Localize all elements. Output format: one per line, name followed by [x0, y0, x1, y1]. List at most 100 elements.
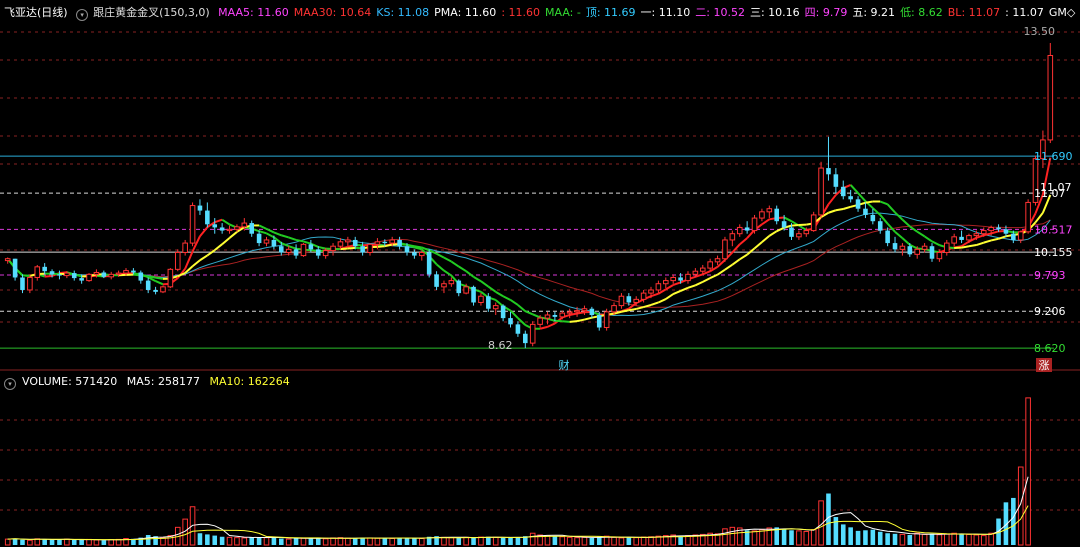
candle-body [160, 286, 166, 293]
candle-body [397, 239, 402, 247]
candle-body [943, 242, 950, 253]
stock-name[interactable]: 飞亚达(日线) [4, 6, 68, 19]
candle-body [796, 233, 802, 238]
ma10-segment [148, 275, 156, 279]
volume-bar [855, 530, 861, 545]
volume-bar [337, 537, 344, 546]
indicator-name[interactable]: 跟庄黄金金叉(150,3,0) [93, 6, 210, 19]
volume-bar [20, 539, 25, 545]
candle-body [249, 223, 255, 234]
volume-title[interactable]: VOLUME: 571420 [22, 375, 117, 388]
ma10-segment [746, 247, 756, 256]
ma10-segment [191, 259, 201, 268]
candle-body [552, 314, 558, 317]
ma5-segment [258, 230, 267, 235]
header-value-7: 一: 11.10 [640, 6, 691, 19]
ma10-segment [487, 285, 497, 293]
volume-bar [959, 533, 964, 545]
volume-bar [285, 538, 292, 546]
ma10-segment [340, 247, 348, 251]
volume-bar [648, 536, 654, 546]
candle-body [663, 280, 669, 285]
ma10-segment [414, 245, 422, 249]
candle-body [640, 292, 647, 300]
volume-bar [722, 528, 728, 546]
ma10-segment [628, 307, 637, 312]
candle-body [589, 308, 595, 315]
ma5-segment [901, 237, 911, 246]
volume-bar [877, 531, 883, 545]
volume-bar [397, 537, 402, 545]
volume-bar [108, 539, 115, 546]
candle-body [648, 289, 654, 294]
volume-bar [870, 529, 876, 545]
volume-settings-circle-icon[interactable]: ▾ [4, 378, 16, 390]
price-level-label: 10.155 [1034, 246, 1073, 259]
candle-body [678, 277, 683, 281]
volume-bar [899, 533, 906, 546]
ma10-segment [562, 320, 570, 323]
volume-bar [64, 538, 70, 546]
ma10-segment [694, 280, 704, 287]
kline-chart[interactable]: 11.690 11.07 10.517 10.155 9.793 9.206 8.620 1… [0, 0, 1080, 547]
candle-body [478, 295, 484, 303]
volume-bar [308, 537, 314, 545]
ma10-segment [643, 304, 652, 309]
volume-bar [93, 539, 100, 546]
volume-bar [848, 527, 853, 545]
ma5-segment [44, 274, 53, 278]
candle-body [492, 305, 499, 310]
candle-body [463, 286, 469, 294]
candle-body [49, 271, 55, 275]
ma10-segment [621, 309, 630, 313]
volume-bar [863, 530, 868, 545]
news-marker-cai[interactable]: 财 [559, 358, 570, 372]
candle-body [367, 243, 373, 253]
candle-body [300, 243, 307, 257]
candle-body [736, 226, 743, 235]
grid-lines [0, 31, 1080, 511]
ma5-segment [266, 232, 275, 239]
ma30-line [7, 219, 1051, 308]
ma10-segment [879, 200, 888, 206]
candle-body [308, 244, 314, 250]
ma10-segment [495, 290, 504, 298]
settings-circle-icon[interactable]: ▾ [76, 9, 89, 21]
volume-bar [729, 526, 736, 546]
ma10-segment [569, 320, 578, 323]
limit-up-marker[interactable]: 涨 [1039, 359, 1050, 372]
candle-body [537, 317, 543, 325]
volume-bar [412, 538, 417, 545]
candle-body [293, 249, 299, 256]
volume-bar [456, 537, 462, 545]
ma5-segment [509, 309, 519, 319]
volume-bar [226, 536, 233, 546]
candle-body [833, 174, 839, 187]
volume-bar [552, 536, 558, 545]
candle-body [914, 248, 920, 255]
candle-body [1025, 201, 1031, 233]
ma10-segment [221, 237, 231, 245]
volume-bar [966, 533, 972, 546]
volume-bar [278, 538, 284, 545]
candle-body [234, 226, 240, 230]
candle-body [441, 283, 447, 288]
ma10-segment [916, 230, 926, 238]
ma10-segment [961, 245, 970, 249]
ma10-segment [532, 313, 541, 319]
volume-bar [980, 535, 987, 546]
candle-body [219, 227, 225, 231]
indicator-header: 飞亚达(日线) ▾ 跟庄黄金金叉(150,3,0) MAA5: 11.60 MAA3… [4, 6, 1080, 21]
ma10-segment [709, 273, 718, 280]
ma10-segment [258, 224, 267, 230]
last-price-label: 11.07 [1040, 181, 1072, 194]
ma10-segment [458, 265, 467, 273]
volume-bar [234, 537, 240, 546]
volume-bar [626, 537, 632, 545]
candle-body [603, 311, 610, 328]
ma10-segment [753, 241, 763, 250]
candle-body [826, 168, 831, 175]
volume-bar [914, 532, 920, 546]
candle-body [382, 241, 388, 244]
candle-body [123, 270, 129, 274]
